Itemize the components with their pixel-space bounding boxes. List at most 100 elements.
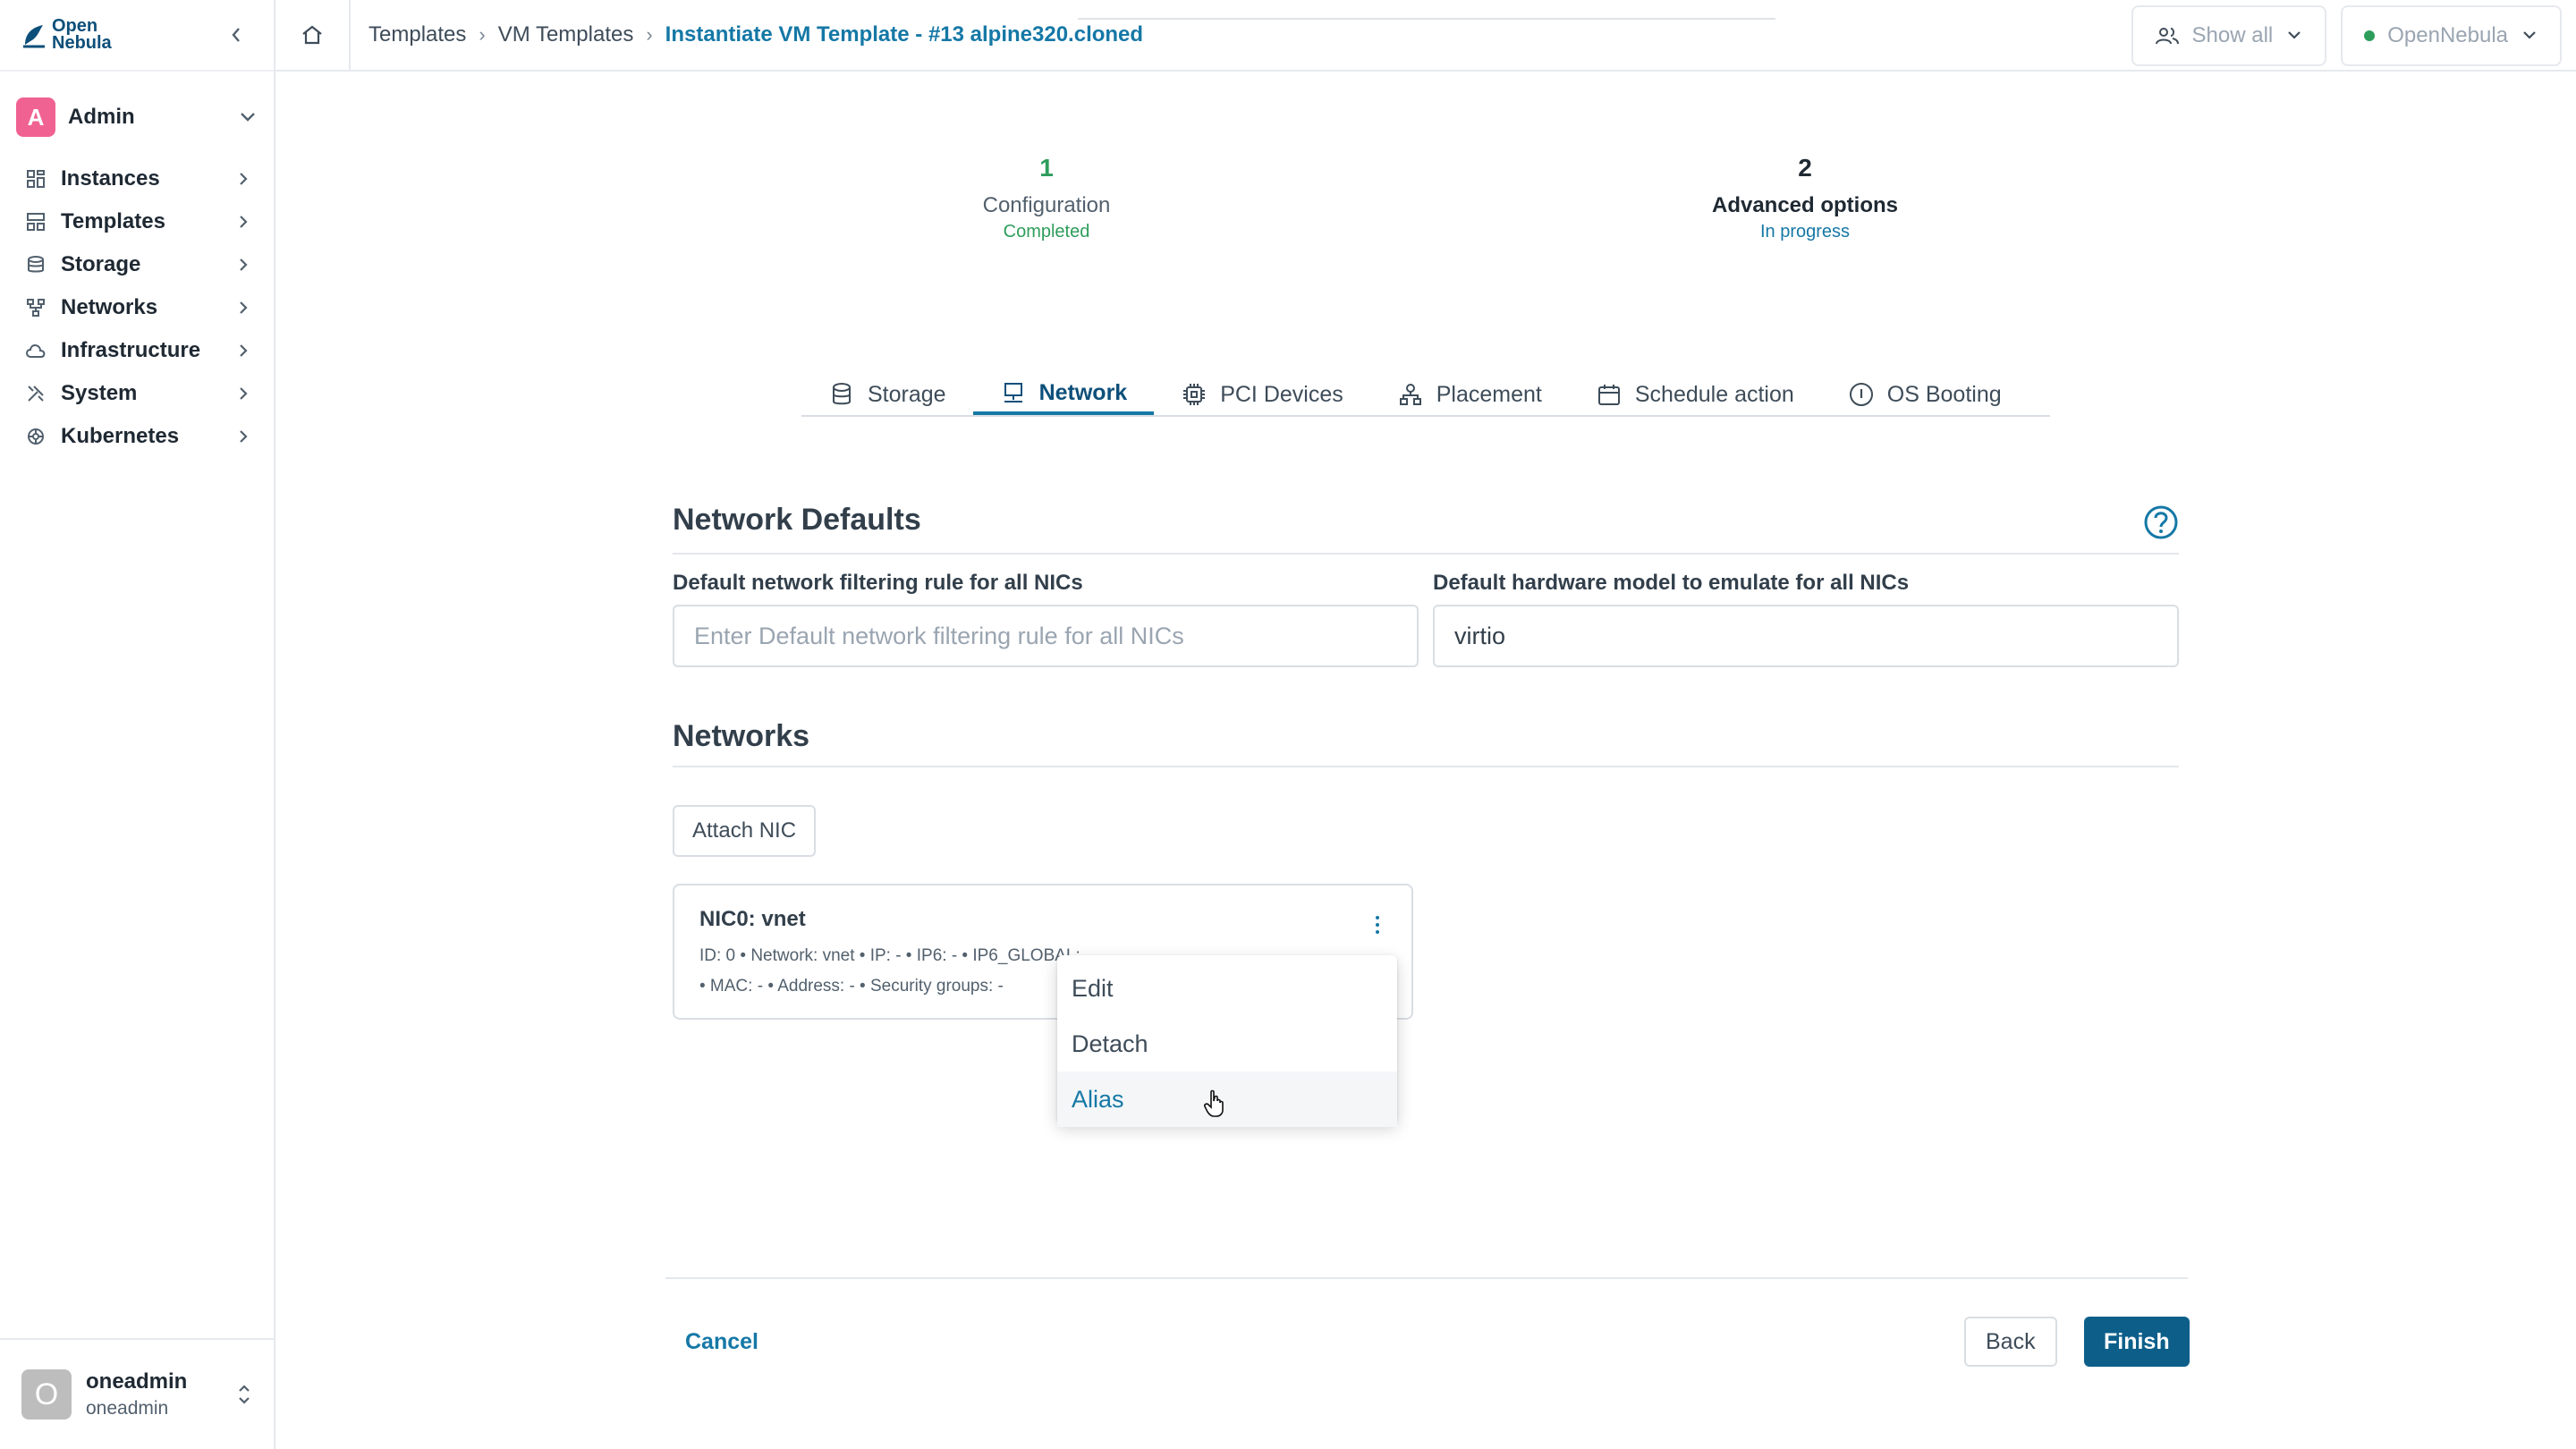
section-divider: [673, 766, 2179, 767]
sidebar-item-system[interactable]: System: [0, 372, 274, 415]
sidebar-item-templates[interactable]: Templates: [0, 200, 274, 243]
sidebar-item-label: Storage: [61, 252, 141, 276]
monitor-network-icon: [1000, 379, 1027, 406]
hardware-model-input[interactable]: [1433, 605, 2179, 667]
section-title-networks: Networks: [673, 719, 810, 753]
help-icon[interactable]: [2143, 504, 2179, 540]
chevron-down-icon: [241, 113, 255, 122]
zone-value: OpenNebula: [2387, 23, 2508, 47]
breadcrumb-vm-templates[interactable]: VM Templates: [498, 22, 634, 47]
sidebar-item-label: Kubernetes: [61, 424, 180, 448]
breadcrumb-templates[interactable]: Templates: [369, 22, 466, 47]
step-status: In progress: [1759, 222, 1851, 242]
database-icon: [828, 381, 855, 408]
tab-network[interactable]: Network: [972, 374, 1155, 415]
tab-placement[interactable]: Placement: [1370, 374, 1569, 415]
sidebar-item-label: Networks: [61, 295, 158, 319]
chevron-right-icon: ›: [646, 23, 653, 46]
group-selector[interactable]: A Admin: [0, 88, 274, 147]
sidebar-item-label: System: [61, 381, 138, 405]
nic-details-line-1: ID: 0 • Network: vnet • IP: - • IP6: - •…: [699, 946, 1084, 965]
tools-icon: [25, 383, 47, 404]
tab-storage[interactable]: Storage: [801, 374, 973, 415]
step-configuration[interactable]: 1 Configuration Completed: [939, 150, 1154, 242]
nic-context-menu: Edit Detach Alias: [1057, 955, 1397, 1127]
user-menu[interactable]: O oneadmin oneadmin: [0, 1338, 274, 1449]
calendar-icon: [1596, 381, 1623, 408]
chip-icon: [1181, 381, 1208, 408]
tab-label: Placement: [1436, 381, 1542, 407]
tab-pci-devices[interactable]: PCI Devices: [1154, 374, 1370, 415]
finish-button[interactable]: Finish: [2084, 1317, 2190, 1367]
sidebar-item-instances[interactable]: Instances: [0, 157, 274, 200]
zone-status-dot: [2364, 30, 2376, 41]
sidebar-item-networks[interactable]: Networks: [0, 286, 274, 329]
sidebar-item-label: Infrastructure: [61, 338, 201, 362]
tab-label: Schedule action: [1634, 381, 1794, 407]
chevron-right-icon: [240, 430, 248, 443]
section-divider: [673, 553, 2179, 555]
hardware-model-label: Default hardware model to emulate for al…: [1433, 571, 1910, 595]
sidebar-item-kubernetes[interactable]: Kubernetes: [0, 415, 274, 458]
back-button[interactable]: Back: [1964, 1317, 2057, 1367]
tab-schedule-action[interactable]: Schedule action: [1569, 374, 1821, 415]
users-icon: [2155, 28, 2179, 45]
chevron-right-icon: [240, 301, 248, 314]
collapse-sidebar-button[interactable]: [220, 19, 252, 51]
sidebar-nav: Instances Templates Storage Networks Inf…: [0, 157, 274, 458]
chevron-right-icon: [240, 387, 248, 400]
layout-icon: [25, 211, 47, 233]
view-filter-select[interactable]: Show all: [2131, 5, 2327, 66]
zone-select[interactable]: OpenNebula: [2341, 5, 2562, 66]
sidebar-item-storage[interactable]: Storage: [0, 243, 274, 286]
filter-rule-label: Default network filtering rule for all N…: [673, 571, 1083, 595]
breadcrumb: Templates › VM Templates › Instantiate V…: [351, 22, 1143, 47]
helm-icon: [25, 426, 47, 447]
nic-details-line-2: • MAC: - • Address: - • Security groups:…: [699, 977, 1004, 996]
user-name: oneadmin: [86, 1369, 188, 1394]
step-title: Configuration: [982, 193, 1111, 217]
chevron-left-icon: [232, 28, 240, 42]
opennebula-logo[interactable]: Open Nebula: [21, 17, 112, 53]
info-circle-icon: [1848, 381, 1875, 408]
sidebar: Open Nebula A Admin Instances Templates: [0, 0, 275, 1449]
logo-line-2: Nebula: [52, 33, 112, 53]
chevron-right-icon: ›: [479, 23, 486, 46]
step-advanced-options[interactable]: 2 Advanced options In progress: [1698, 150, 1912, 242]
tab-label: OS Booting: [1886, 381, 2002, 407]
chevron-right-icon: [240, 173, 248, 185]
attach-nic-button[interactable]: Attach NIC: [673, 805, 817, 857]
database-icon: [25, 254, 47, 275]
tab-label: PCI Devices: [1220, 381, 1343, 407]
hierarchy-icon: [1397, 381, 1424, 408]
nic-options-button[interactable]: [1367, 909, 1388, 941]
user-group: oneadmin: [86, 1398, 169, 1419]
cloud-icon: [25, 340, 47, 361]
breadcrumb-current: Instantiate VM Template - #13 alpine320.…: [665, 22, 1144, 47]
top-bar: Templates › VM Templates › Instantiate V…: [275, 0, 2576, 72]
advanced-options-tabs: Storage Network PCI Devices Placement Sc…: [801, 374, 2050, 417]
menu-item-detach[interactable]: Detach: [1057, 1016, 1397, 1072]
home-button[interactable]: [275, 0, 351, 71]
menu-item-alias[interactable]: Alias: [1057, 1072, 1397, 1127]
home-icon: [302, 25, 322, 45]
menu-item-edit[interactable]: Edit: [1057, 961, 1397, 1016]
sidebar-item-label: Templates: [61, 209, 165, 233]
chevron-right-icon: [240, 344, 248, 357]
step-status: Completed: [1003, 222, 1090, 242]
sidebar-item-infrastructure[interactable]: Infrastructure: [0, 329, 274, 372]
cancel-button[interactable]: Cancel: [673, 1315, 771, 1368]
grid-icon: [25, 168, 47, 190]
group-avatar: A: [16, 97, 55, 137]
tab-label: Storage: [868, 381, 946, 407]
opennebula-logo-icon: [23, 25, 45, 48]
filter-rule-input[interactable]: [673, 605, 1419, 667]
step-number: 1: [1039, 154, 1054, 182]
group-name: Admin: [68, 105, 135, 129]
chevron-up-down-icon: [239, 1385, 250, 1404]
view-filter-value: Show all: [2191, 23, 2274, 47]
user-avatar: O: [21, 1369, 72, 1419]
footer-divider: [665, 1277, 2188, 1279]
step-number: 2: [1798, 154, 1812, 182]
tab-os-booting[interactable]: OS Booting: [1821, 374, 2029, 415]
